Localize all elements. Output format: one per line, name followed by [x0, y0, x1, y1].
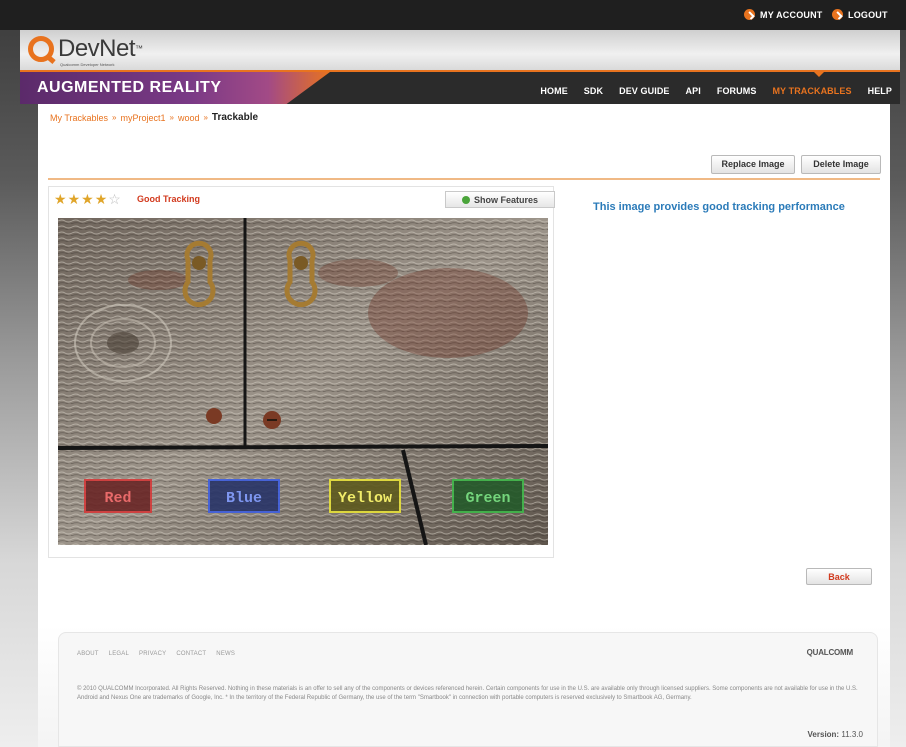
tracking-rating-label: Good Tracking: [137, 194, 201, 204]
star-icon: ★: [67, 191, 81, 207]
breadcrumb-current: Trackable: [211, 112, 259, 123]
logo-subtitle: Qualcomm Developer Network: [60, 62, 115, 67]
logo-tm: ™: [135, 44, 143, 53]
q-logo-icon: [28, 36, 54, 62]
show-features-label: Show Features: [473, 194, 538, 205]
nav-sdk[interactable]: SDK: [576, 86, 611, 96]
version-label: Version:: [807, 730, 840, 739]
footer-link-about[interactable]: ABOUT: [77, 651, 99, 657]
star-icon: ★: [81, 191, 94, 207]
tracking-info-text: This image provides good tracking perfor…: [593, 201, 845, 213]
nav-help[interactable]: HELP: [860, 86, 900, 96]
back-label: Back: [828, 572, 850, 582]
star-icon: ★: [94, 191, 108, 207]
star-empty-icon: ☆: [108, 191, 121, 207]
legal-text: © 2010 QUALCOMM Incorporated. All Rights…: [77, 686, 858, 701]
header-logo-band: DevNet™ Qualcomm Developer Network: [20, 30, 900, 70]
footer-link-contact[interactable]: CONTACT: [176, 651, 206, 657]
main-nav: AUGMENTED REALITY HOME SDK DEV GUIDE API…: [20, 70, 900, 104]
logout-link[interactable]: LOGOUT: [832, 9, 888, 20]
nav-dev-guide[interactable]: DEV GUIDE: [611, 86, 677, 96]
breadcrumb-separator: »: [169, 113, 174, 122]
breadcrumb-wood[interactable]: wood: [178, 113, 200, 123]
nav-items: HOME SDK DEV GUIDE API FORUMS MY TRACKAB…: [532, 86, 900, 96]
devnet-logo[interactable]: DevNet™ Qualcomm Developer Network: [28, 34, 143, 67]
show-features-button[interactable]: Show Features: [445, 191, 555, 208]
version-info: Version: 11.3.0: [808, 730, 863, 739]
section-banner: AUGMENTED REALITY: [20, 72, 330, 104]
nav-my-trackables[interactable]: MY TRACKABLES: [764, 86, 859, 96]
breadcrumb-my-trackables[interactable]: My Trackables: [50, 113, 108, 123]
breadcrumb: My Trackables » myProject1 » wood » Trac…: [50, 112, 258, 123]
footer-link-legal[interactable]: LEGAL: [109, 651, 129, 657]
label-red: Red: [104, 490, 131, 507]
star-icon: ★: [54, 191, 67, 207]
label-blue: Blue: [226, 490, 262, 507]
section-title: AUGMENTED REALITY: [37, 79, 222, 96]
footer-link-privacy[interactable]: PRIVACY: [139, 651, 166, 657]
my-account-link[interactable]: MY ACCOUNT: [744, 9, 823, 20]
label-green: Green: [465, 490, 510, 507]
breadcrumb-separator: »: [112, 113, 117, 122]
qualcomm-logo[interactable]: QUALCOMM: [807, 648, 854, 657]
star-rating: ★ ★ ★ ★ ☆: [54, 192, 121, 206]
my-account-label: MY ACCOUNT: [760, 9, 823, 20]
delete-image-button[interactable]: Delete Image: [801, 155, 881, 174]
nav-forums[interactable]: FORUMS: [709, 86, 765, 96]
back-button[interactable]: Back: [806, 568, 872, 585]
top-bar: MY ACCOUNT LOGOUT: [0, 0, 906, 30]
nav-home[interactable]: HOME: [532, 86, 575, 96]
logo-brand: DevNet: [58, 35, 136, 62]
version-value: 11.3.0: [841, 730, 863, 739]
label-yellow: Yellow: [338, 490, 392, 507]
trackable-panel: ★ ★ ★ ★ ☆ Good Tracking Show Features Re…: [48, 186, 555, 558]
replace-image-button[interactable]: Replace Image: [711, 155, 795, 174]
footer-links: ABOUT LEGAL PRIVACY CONTACT NEWS: [77, 651, 235, 657]
breadcrumb-separator: »: [203, 113, 208, 122]
active-nav-caret-icon: [814, 72, 824, 77]
arrow-circle-icon: [832, 9, 843, 20]
main-content: My Trackables » myProject1 » wood » Trac…: [38, 104, 890, 747]
footer-link-news[interactable]: NEWS: [216, 651, 235, 657]
divider: [48, 178, 880, 180]
green-dot-icon: [461, 195, 470, 204]
trackable-image: Red Blue Yellow Green: [58, 218, 548, 545]
footer: ABOUT LEGAL PRIVACY CONTACT NEWS QUALCOM…: [58, 632, 878, 747]
nav-api[interactable]: API: [678, 86, 709, 96]
logout-label: LOGOUT: [848, 9, 888, 20]
arrow-circle-icon: [744, 9, 755, 20]
logo-text: DevNet™: [58, 34, 143, 64]
breadcrumb-project[interactable]: myProject1: [120, 113, 165, 123]
